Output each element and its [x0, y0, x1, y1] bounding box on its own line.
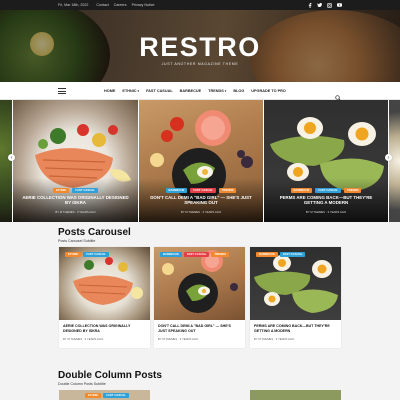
site-tagline: JUST ANOTHER MAGAZINE THEME: [161, 62, 239, 66]
slide-card[interactable]: ETHNIC FAST CASUAL AERIE COLLECTION WAS …: [13, 100, 138, 222]
chevron-down-icon: ▾: [137, 89, 140, 93]
slide-tags: BARBECUE FAST CASUAL TRENDS: [264, 188, 388, 194]
nav-item-label: BARBECUE: [179, 89, 202, 93]
category-tag[interactable]: TRENDS: [343, 188, 362, 194]
post-thumbnail[interactable]: [250, 247, 341, 320]
category-tag[interactable]: TRENDS: [211, 252, 229, 258]
post-card[interactable]: BARBECUE FAST CASUAL PERMS ARE COMING BA…: [250, 247, 341, 348]
nav-item-label: ETHNIC: [122, 89, 137, 93]
search-icon[interactable]: [335, 88, 341, 101]
category-tag[interactable]: ETHNIC: [85, 393, 102, 399]
slide-tags: BARBECUE FAST CASUAL TRENDS: [139, 188, 263, 194]
chevron-down-icon: ▾: [224, 89, 227, 93]
post-title[interactable]: PERMS ARE COMING BACK—BUT THEY'RE GETTIN…: [254, 324, 337, 333]
nav-item-upgrade[interactable]: UPGRADE TO PRO: [251, 89, 286, 93]
hamburger-icon[interactable]: [58, 88, 66, 94]
slide-meta: BY M THEMES · 3 YEARS AGO: [180, 210, 222, 214]
topbar-link-contact[interactable]: Contact: [96, 3, 108, 7]
category-tag[interactable]: FAST CASUAL: [103, 393, 129, 399]
slider-prev-button[interactable]: ‹: [8, 154, 15, 161]
nav-item-home[interactable]: HOME: [104, 89, 115, 93]
post-tags: ETHNIC FAST CASUAL: [65, 252, 109, 258]
post-meta: BY M THEMES · 3 YEARS AGO: [254, 337, 295, 341]
category-tag[interactable]: BARBECUE: [160, 252, 182, 258]
category-tag[interactable]: FAST CASUAL: [83, 252, 109, 258]
category-tag[interactable]: BARBECUE: [256, 252, 278, 258]
post-tags: ETHNIC FAST CASUAL: [85, 393, 129, 399]
category-tag[interactable]: FAST CASUAL: [190, 188, 216, 194]
post-card[interactable]: BARBECUE FAST CASUAL TRENDS DON'T CALL D…: [154, 247, 245, 348]
post-meta: BY M THEMES · 3 YEARS AGO: [158, 337, 199, 341]
nav-item-label: TRENDS: [208, 89, 224, 93]
avocado-thumb-art: [254, 255, 338, 313]
chevron-right-icon: ›: [387, 154, 390, 161]
twitter-icon[interactable]: [317, 3, 322, 8]
bowl-thumb-art: [162, 250, 238, 313]
site-header: RESTRO JUST ANOTHER MAGAZINE THEME: [0, 10, 400, 82]
category-tag[interactable]: FAST CASUAL: [183, 252, 210, 258]
featured-slider: ETHNIC FAST CASUAL AERIE COLLECTION WAS …: [0, 100, 400, 222]
post-tags: BARBECUE FAST CASUAL: [256, 252, 306, 258]
slide-title[interactable]: DON'T CALL DEMI A "BAD GIRL" — SHE'S JUS…: [147, 195, 255, 206]
topbar-link-careers[interactable]: Careers: [114, 3, 127, 7]
slide-partial-right[interactable]: [389, 100, 400, 222]
post-thumbnail[interactable]: [59, 247, 150, 320]
post-title[interactable]: AERIE COLLECTION WAS ORIGINALLY DESIGNED…: [63, 324, 146, 333]
double-column-title: Double Column Posts: [58, 370, 162, 381]
slide-card[interactable]: BARBECUE FAST CASUAL TRENDS DON'T CALL D…: [139, 100, 263, 222]
post-card[interactable]: ETHNIC FAST CASUAL AERIE COLLECTION WAS …: [59, 247, 150, 348]
category-tag[interactable]: BARBECUE: [290, 188, 313, 194]
category-tag[interactable]: FAST CASUAL: [279, 252, 306, 258]
youtube-icon[interactable]: [337, 3, 342, 8]
post-tags: BARBECUE FAST CASUAL TRENDS: [160, 252, 229, 258]
site-logo[interactable]: RESTRO: [0, 32, 400, 63]
post-title[interactable]: DON'T CALL DEMI A "BAD GIRL" — SHE'S JUS…: [158, 324, 241, 333]
category-tag[interactable]: BARBECUE: [165, 188, 188, 194]
nav-item-barbecue[interactable]: BARBECUE: [180, 89, 202, 93]
nav-item-blog[interactable]: BLOG: [233, 89, 244, 93]
slider-next-button[interactable]: ›: [385, 154, 392, 161]
slide-meta: BY M THEMES · 3 YEARS AGO: [305, 210, 347, 214]
instagram-icon[interactable]: [327, 2, 332, 8]
nav-item-label: BLOG: [233, 89, 245, 93]
slide-meta: BY M THEMES · 3 YEARS AGO: [55, 210, 96, 214]
slide-partial-left[interactable]: [0, 100, 12, 222]
nav-item-label: UPGRADE TO PRO: [251, 89, 286, 93]
nav-links: HOME ETHNIC▾ FAST CASUAL BARBECUE TRENDS…: [104, 82, 286, 100]
double-column-subtitle: Double Column Posts Subtitle: [58, 382, 106, 386]
double-column-post-thumbnail-right[interactable]: [250, 390, 341, 400]
posts-carousel-subtitle: Posts Carousel Subtitle: [58, 239, 96, 243]
top-bar: Fri, Mar 18th, 2022 Contact Careers Priv…: [0, 0, 400, 10]
nav-item-ethnic[interactable]: ETHNIC▾: [122, 89, 139, 93]
category-tag[interactable]: ETHNIC: [53, 188, 70, 194]
post-thumbnail[interactable]: [154, 247, 245, 320]
category-tag[interactable]: ETHNIC: [65, 252, 82, 258]
category-tag[interactable]: TRENDS: [218, 188, 237, 194]
facebook-icon[interactable]: [307, 2, 312, 8]
salmon-thumb-art: [73, 257, 143, 305]
topbar-link-privacy[interactable]: Privacy Notice: [132, 3, 155, 7]
category-tag[interactable]: FAST CASUAL: [315, 188, 341, 194]
current-date: Fri, Mar 18th, 2022: [58, 3, 89, 7]
nav-item-label: HOME: [104, 89, 116, 93]
chevron-left-icon: ‹: [10, 154, 13, 161]
nav-item-trends[interactable]: TRENDS▾: [208, 89, 226, 93]
slide-title[interactable]: AERIE COLLECTION WAS ORIGINALLY DESIGNED…: [21, 195, 130, 206]
slide-tags: ETHNIC FAST CASUAL: [13, 188, 138, 194]
category-tag[interactable]: FAST CASUAL: [72, 188, 98, 194]
social-links: [307, 2, 342, 8]
slide-title[interactable]: PERMS ARE COMING BACK—BUT THEY'RE GETTIN…: [272, 195, 380, 206]
double-column-post-thumbnail[interactable]: ETHNIC FAST CASUAL: [59, 390, 150, 400]
posts-carousel-title: Posts Carousel: [58, 227, 131, 238]
nav-item-fast-casual[interactable]: FAST CASUAL: [146, 89, 173, 93]
nav-item-label: FAST CASUAL: [146, 89, 173, 93]
slide-card[interactable]: BARBECUE FAST CASUAL TRENDS PERMS ARE CO…: [264, 100, 388, 222]
post-meta: BY M THEMES · 3 YEARS AGO: [63, 337, 104, 341]
main-navigation: HOME ETHNIC▾ FAST CASUAL BARBECUE TRENDS…: [0, 82, 400, 101]
